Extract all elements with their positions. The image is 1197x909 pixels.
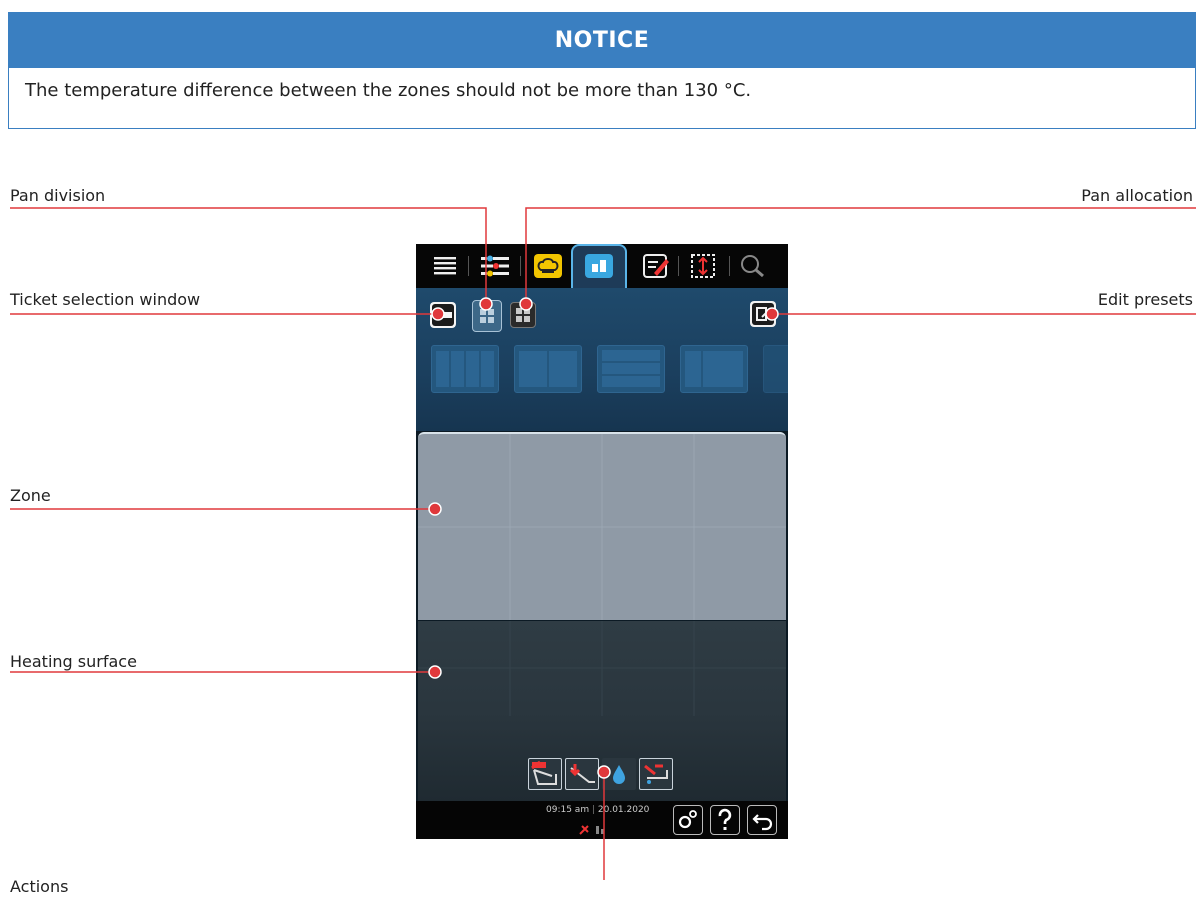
menu-icon[interactable]: [430, 251, 460, 281]
device-screen: 09:15 am | 20.01.2020: [416, 244, 788, 839]
resize-icon[interactable]: [688, 251, 718, 281]
label-pan-division: Pan division: [10, 186, 106, 205]
notice-title: NOTICE: [9, 13, 1195, 68]
label-actions: Actions: [10, 877, 69, 896]
preset-tile-uneven[interactable]: [680, 345, 748, 393]
status-bar: 09:15 am | 20.01.2020: [416, 801, 788, 839]
settings-button[interactable]: [673, 805, 703, 835]
label-pan-allocation: Pan allocation: [1081, 186, 1193, 205]
chef-hat-icon[interactable]: [533, 251, 563, 281]
preset-tile-2-columns[interactable]: [514, 345, 582, 393]
top-menu-bar: [416, 244, 788, 292]
preset-tile-4-columns[interactable]: [431, 345, 499, 393]
auto-lift-action-button[interactable]: [528, 758, 562, 790]
pan-allocation-button[interactable]: [510, 302, 536, 328]
back-button[interactable]: [747, 805, 777, 835]
status-time: 09:15 am: [546, 805, 590, 815]
edit-presets-button[interactable]: [750, 301, 776, 327]
notice-text: The temperature difference between the z…: [25, 80, 752, 101]
status-date: 20.01.2020: [597, 805, 650, 815]
water-fill-icon[interactable]: [602, 758, 636, 790]
drain-action-button[interactable]: [639, 758, 673, 790]
zone-area[interactable]: [418, 432, 786, 620]
label-edit-presets: Edit presets: [1097, 290, 1193, 309]
network-status-icon: [578, 821, 608, 839]
ticket-selection-button[interactable]: [430, 302, 456, 328]
status-datetime: 09:15 am | 20.01.2020: [546, 805, 650, 815]
label-ticket-selection: Ticket selection window: [10, 290, 201, 309]
preset-tile-partial[interactable]: [763, 345, 788, 393]
label-zone: Zone: [10, 486, 51, 505]
notice-box: NOTICE The temperature difference betwee…: [8, 12, 1196, 129]
help-button[interactable]: [710, 805, 740, 835]
label-heating-surface: Heating surface: [10, 652, 137, 671]
tilt-action-button[interactable]: [565, 758, 599, 790]
pan-division-button[interactable]: [472, 300, 502, 332]
actions-bar: [528, 758, 678, 792]
pan-layout-icon[interactable]: [584, 251, 614, 281]
filter-settings-icon[interactable]: [480, 251, 510, 281]
search-icon[interactable]: [738, 251, 768, 281]
edit-note-icon[interactable]: [641, 251, 671, 281]
preset-tile-3-rows[interactable]: [597, 345, 665, 393]
